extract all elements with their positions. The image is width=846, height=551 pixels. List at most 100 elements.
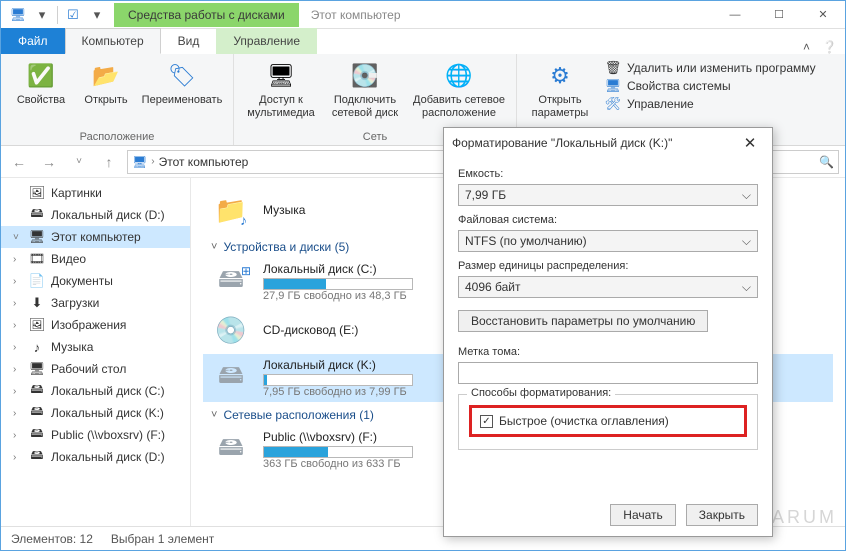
tree-item-label: Локальный диск (D:) — [51, 208, 165, 222]
expand-icon[interactable]: › — [13, 320, 23, 331]
rename-icon: 🏷 — [166, 60, 198, 92]
tree-item-icon: 🖴 — [29, 207, 45, 223]
tree-item-документы[interactable]: ›📄Документы — [1, 270, 190, 292]
ribbon-group-location: ✅ Свойства 📂 Открыть 🏷 Переименовать Рас… — [1, 54, 234, 145]
tree-item-icon: 🎞 — [29, 251, 45, 267]
recent-locations-button[interactable]: ˅ — [67, 150, 91, 174]
allocation-label: Размер единицы распределения: — [458, 260, 758, 272]
tree-item-локальный-диск-k-[interactable]: ›🖴Локальный диск (K:) — [1, 402, 190, 424]
tree-item-label: Рабочий стол — [51, 362, 126, 376]
maximize-button[interactable]: ☐ — [757, 1, 801, 29]
capacity-bar — [263, 446, 413, 458]
network-drive-icon: 🖴 — [211, 430, 251, 470]
tree-item-label: Документы — [51, 274, 113, 288]
tab-file[interactable]: Файл — [1, 28, 65, 54]
computer-props-icon: 🖥 — [605, 78, 621, 94]
expand-icon[interactable]: › — [13, 342, 23, 353]
filesystem-select[interactable]: NTFS (по умолчанию) — [458, 230, 758, 252]
globe-icon: 🌐 — [443, 60, 475, 92]
title-bar: 🖥 ▾ ☑ ▾ Средства работы с дисками Этот к… — [1, 1, 845, 29]
ribbon-tab-bar: Файл Компьютер Вид Управление ˄ ❔ — [1, 29, 845, 54]
tree-item-локальный-диск-c-[interactable]: ›🖴Локальный диск (C:) — [1, 380, 190, 402]
expand-icon[interactable]: › — [13, 430, 23, 441]
up-button[interactable]: ↑ — [97, 150, 121, 174]
open-button[interactable]: 📂 Открыть — [79, 58, 133, 109]
tree-item-icon: 🖴 — [29, 449, 45, 465]
map-drive-button[interactable]: 💽 Подключить сетевой диск — [326, 58, 404, 121]
tree-item-загрузки[interactable]: ›⬇Загрузки — [1, 292, 190, 314]
computer-icon[interactable]: 🖥 — [7, 4, 29, 26]
checkmark-icon: ✅ — [25, 60, 57, 92]
breadcrumb-segment[interactable]: Этот компьютер — [159, 155, 249, 169]
tree-item-label: Видео — [51, 252, 86, 266]
rename-button[interactable]: 🏷 Переименовать — [139, 58, 225, 109]
forward-button[interactable]: → — [37, 150, 61, 174]
media-access-button[interactable]: 🖥 Доступ к мультимедиа — [242, 58, 320, 121]
expand-icon[interactable]: › — [13, 254, 23, 265]
capacity-select[interactable]: 7,99 ГБ — [458, 184, 758, 206]
add-network-location-button[interactable]: 🌐 Добавить сетевое расположение — [410, 58, 508, 121]
back-button[interactable]: ← — [7, 150, 31, 174]
minimize-ribbon-icon[interactable]: ˄ — [803, 40, 810, 54]
chevron-down-icon: ˅ — [211, 409, 217, 421]
dialog-close-button[interactable]: ✕ — [736, 134, 764, 152]
expand-icon[interactable]: ˅ — [13, 232, 23, 243]
properties-button[interactable]: ✅ Свойства — [9, 58, 73, 109]
highlight-annotation: ✓ Быстрое (очистка оглавления) — [469, 405, 747, 437]
media-icon: 🖥 — [265, 60, 297, 92]
expand-icon[interactable]: › — [13, 408, 23, 419]
close-button[interactable]: ✕ — [801, 1, 845, 29]
checkbox-icon: ✓ — [480, 415, 493, 428]
allocation-select[interactable]: 4096 байт — [458, 276, 758, 298]
tree-item-label: Изображения — [51, 318, 126, 332]
status-item-count: Элементов: 12 — [11, 532, 93, 546]
music-folder-icon: 📁♪ — [211, 190, 251, 230]
tree-item-локальный-диск-d-[interactable]: ›🖴Локальный диск (D:) — [1, 446, 190, 468]
tab-computer[interactable]: Компьютер — [65, 28, 161, 54]
tree-item-label: Локальный диск (C:) — [51, 384, 165, 398]
capacity-bar — [263, 374, 413, 386]
chevron-icon: › — [151, 156, 154, 167]
tab-view[interactable]: Вид — [161, 28, 217, 54]
tab-manage[interactable]: Управление — [216, 28, 317, 54]
window-title: Этот компьютер — [299, 8, 713, 22]
close-dialog-button[interactable]: Закрыть — [686, 504, 758, 526]
dialog-title: Форматирование "Локальный диск (K:)" — [452, 136, 672, 150]
tree-item-label: Public (\\vboxsrv) (F:) — [51, 428, 165, 442]
computer-icon: 🖥 — [132, 155, 147, 169]
expand-icon[interactable]: › — [13, 276, 23, 287]
expand-icon[interactable]: › — [13, 386, 23, 397]
expand-icon[interactable]: › — [13, 452, 23, 463]
status-selected: Выбран 1 элемент — [111, 532, 214, 546]
drive-icon: 🖴 — [211, 358, 251, 398]
qat-customize-icon[interactable]: ▾ — [31, 4, 53, 26]
uninstall-program-button[interactable]: 🗑 Удалить или изменить программу — [605, 60, 816, 76]
minimize-button[interactable]: — — [713, 1, 757, 29]
tree-item-icon: 🖴 — [29, 427, 45, 443]
quick-format-checkbox[interactable]: ✓ Быстрое (очистка оглавления) — [480, 414, 736, 428]
expand-icon[interactable]: › — [13, 298, 23, 309]
open-settings-button[interactable]: ⚙ Открыть параметры — [525, 58, 595, 121]
restore-defaults-button[interactable]: Восстановить параметры по умолчанию — [458, 310, 708, 332]
tree-item-public-vboxsrv-f-[interactable]: › 🖴 Public (\\vboxsrv) (F:) — [1, 424, 190, 446]
tree-item-локальный-диск-d-[interactable]: 🖴 Локальный диск (D:) — [1, 204, 190, 226]
tree-item-label: Локальный диск (K:) — [51, 406, 164, 420]
tree-item-изображения[interactable]: ›🖼Изображения — [1, 314, 190, 336]
tree-item-картинки[interactable]: 🖼Картинки — [1, 182, 190, 204]
help-icon[interactable]: ❔ — [822, 40, 837, 54]
tree-item-музыка[interactable]: ›♪Музыка — [1, 336, 190, 358]
system-properties-button[interactable]: 🖥 Свойства системы — [605, 78, 816, 94]
format-options-group: Способы форматирования: ✓ Быстрое (очист… — [458, 394, 758, 450]
properties-icon[interactable]: ☑ — [62, 4, 84, 26]
start-button[interactable]: Начать — [610, 504, 676, 526]
tree-item-рабочий-стол[interactable]: ›🖥Рабочий стол — [1, 358, 190, 380]
manage-button[interactable]: 🛠 Управление — [605, 96, 816, 112]
tree-item-label: Музыка — [51, 340, 93, 354]
qat-dropdown-icon[interactable]: ▾ — [86, 4, 108, 26]
tree-item-видео[interactable]: › 🎞 Видео — [1, 248, 190, 270]
tree-item-icon: 🖥 — [29, 229, 45, 245]
tree-item-этот-компьютер[interactable]: ˅🖥Этот компьютер — [1, 226, 190, 248]
expand-icon[interactable]: › — [13, 364, 23, 375]
volume-label-input[interactable] — [458, 362, 758, 384]
tree-item-label: Картинки — [51, 186, 102, 200]
